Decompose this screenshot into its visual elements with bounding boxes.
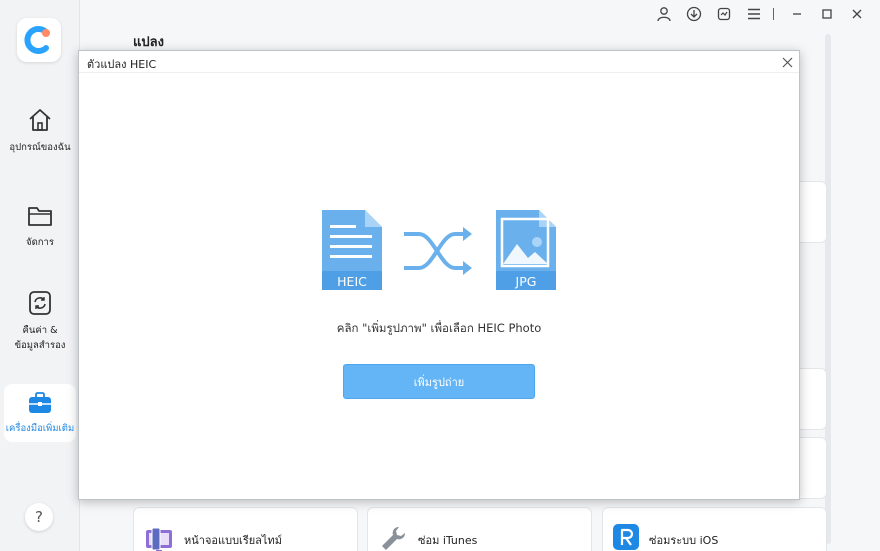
backup-restore-icon — [29, 291, 51, 315]
feedback-icon — [717, 7, 731, 21]
feedback-button[interactable] — [709, 4, 739, 24]
close-window-button[interactable] — [842, 4, 872, 24]
home-icon — [29, 109, 51, 131]
heic-converter-dialog: ตัวแปลง HEIC HEIC JPG คลิก "เพิ่มรูปภาพ"… — [78, 50, 800, 500]
sidebar-item-label: คืนค่า & ข้อมูลสำรอง — [14, 325, 66, 351]
sidebar-item-my-device[interactable]: อุปกรณ์ของฉัน — [4, 106, 76, 155]
tool-card-ios-repair[interactable]: ซ่อมระบบ iOS — [602, 507, 827, 551]
user-icon — [657, 7, 671, 22]
tool-card-label: หน้าจอแบบเรียลไทม์ — [184, 534, 282, 547]
add-photos-label: เพิ่มรูปถ่าย — [413, 375, 465, 389]
toolbox-icon — [29, 391, 51, 413]
sidebar-item-more-tools[interactable]: เครื่องมือเพิ่มเติม — [4, 384, 76, 442]
page-title: แปลง — [133, 35, 164, 50]
sidebar-item-label: จัดการ — [26, 237, 54, 248]
instruction-text: คลิก "เพิ่มรูปภาพ" เพื่อเลือก HEIC Photo — [336, 321, 542, 335]
dialog-titlebar: ตัวแปลง HEIC — [79, 51, 799, 73]
close-icon — [852, 9, 862, 19]
dialog-close-button[interactable] — [779, 54, 795, 70]
toolbar-divider — [773, 8, 774, 20]
tool-card-itunes-repair[interactable]: ซ่อม iTunes — [367, 507, 592, 551]
heic-file-icon: HEIC — [322, 210, 382, 290]
help-button[interactable]: ? — [25, 503, 53, 531]
heic-to-jpg-illustration: HEIC JPG — [322, 210, 556, 290]
tool-card-label: ซ่อมระบบ iOS — [649, 534, 719, 547]
minimize-button[interactable] — [782, 4, 812, 24]
sidebar-item-backup-restore[interactable]: คืนค่า & ข้อมูลสำรอง — [4, 289, 76, 353]
folder-icon — [28, 207, 52, 226]
realtime-screen-icon — [146, 527, 172, 551]
minimize-icon — [793, 13, 801, 15]
window-toolbar — [649, 4, 872, 24]
ios-repair-icon — [613, 524, 639, 550]
maximize-icon — [822, 9, 832, 19]
source-format-label: HEIC — [337, 274, 367, 289]
help-icon: ? — [35, 508, 43, 526]
sidebar-item-manage[interactable]: จัดการ — [4, 203, 76, 250]
close-icon — [782, 57, 792, 67]
target-format-label: JPG — [515, 274, 537, 289]
download-button[interactable] — [679, 4, 709, 24]
sidebar: อุปกรณ์ของฉัน จัดการ คืนค่า & ข้อมูลสำรอ… — [0, 0, 80, 551]
tool-card-label: ซ่อม iTunes — [418, 534, 478, 547]
wrench-icon — [382, 526, 406, 550]
download-icon — [686, 6, 702, 22]
account-button[interactable] — [649, 4, 679, 24]
app-logo — [17, 18, 61, 62]
maximize-button[interactable] — [812, 4, 842, 24]
jpg-file-icon: JPG — [496, 210, 556, 290]
add-photos-button[interactable]: เพิ่มรูปถ่าย — [343, 364, 535, 399]
menu-button[interactable] — [739, 4, 769, 24]
sidebar-item-label: อุปกรณ์ของฉัน — [9, 142, 71, 153]
menu-icon — [748, 8, 760, 20]
shuffle-arrows-icon — [404, 227, 472, 275]
sidebar-item-label: เครื่องมือเพิ่มเติม — [5, 422, 75, 434]
logo-icon — [24, 26, 50, 54]
tool-card-realtime-screen[interactable]: หน้าจอแบบเรียลไทม์ — [133, 507, 358, 551]
dialog-title: ตัวแปลง HEIC — [87, 58, 157, 71]
